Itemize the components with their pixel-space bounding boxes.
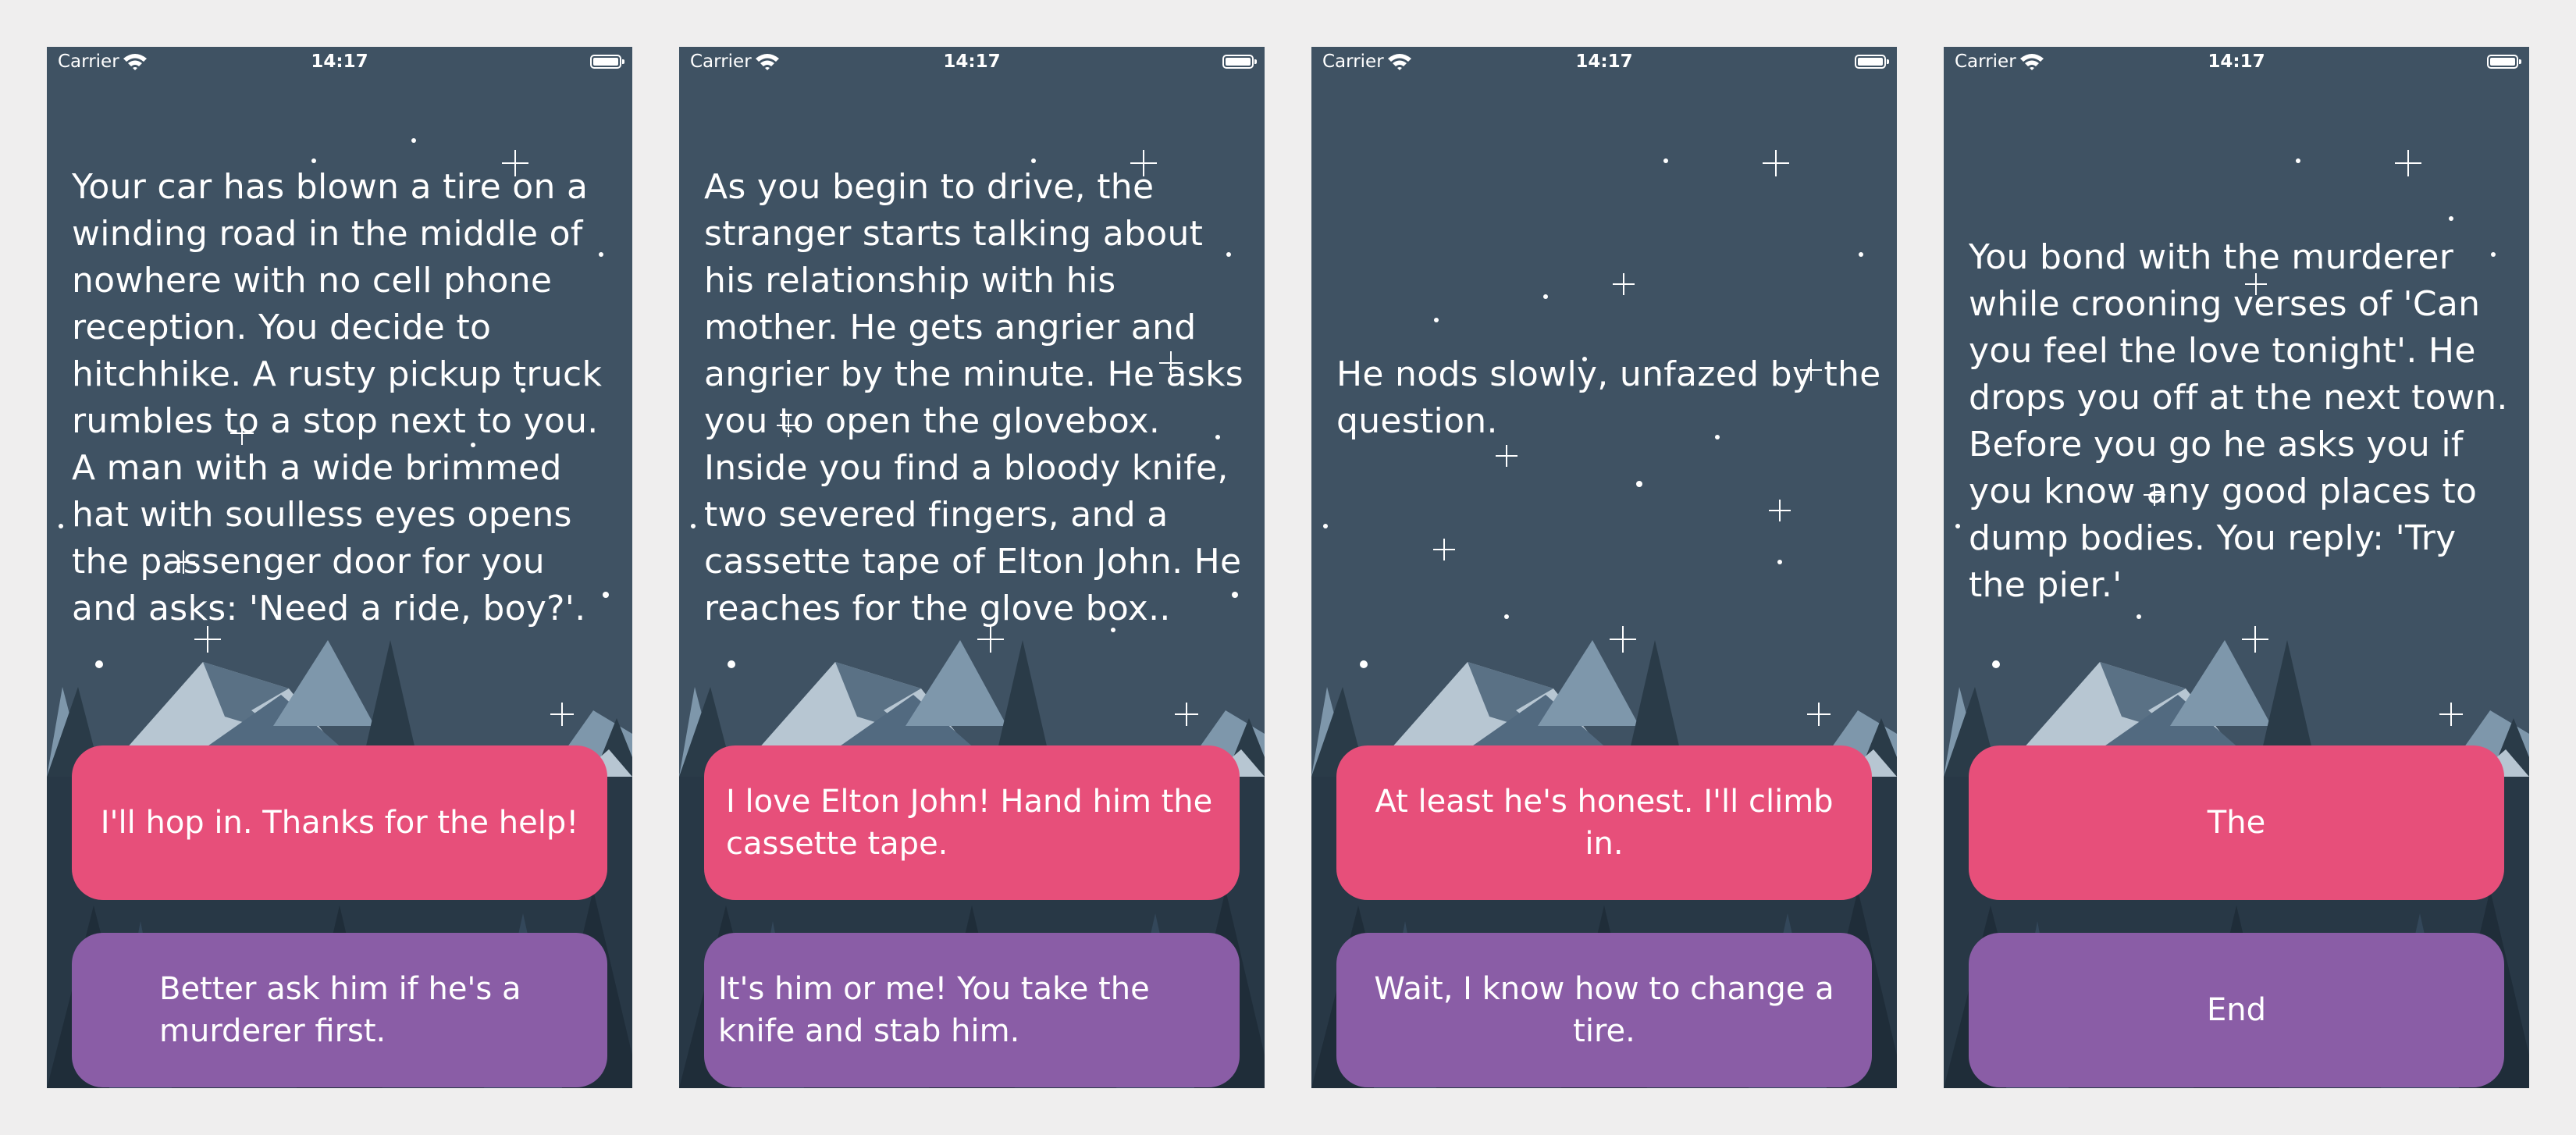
choice-2-label: Wait, I know how to change a tire. xyxy=(1374,971,1834,1049)
choice-1-label: The xyxy=(2207,805,2266,841)
story-text: As you begin to drive, the stranger star… xyxy=(704,167,1244,628)
status-time: 14:17 xyxy=(2208,52,2265,72)
choice-2-button[interactable]: Better ask him if he's a murderer first. xyxy=(72,933,607,1087)
story-screen-2: Carrier 14:17 As you begin to drive, the… xyxy=(679,47,1265,1088)
choice-2-label: It's him or me! You take the knife and s… xyxy=(718,971,1150,1049)
story-text: Your car has blown a tire on a winding r… xyxy=(72,167,603,628)
battery-icon xyxy=(2487,55,2521,69)
battery-icon xyxy=(590,55,624,69)
choice-2-button[interactable]: Wait, I know how to change a tire. xyxy=(1336,933,1872,1087)
choice-2-button[interactable]: It's him or me! You take the knife and s… xyxy=(704,933,1240,1087)
choice-1-button[interactable]: I'll hop in. Thanks for the help! xyxy=(72,745,607,900)
status-bar: Carrier 14:17 xyxy=(47,47,632,78)
story-screen-3: Carrier 14:17 He nods slowly, unfazed by… xyxy=(1311,47,1897,1088)
battery-icon xyxy=(1222,55,1257,69)
choice-1-button[interactable]: At least he's honest. I'll climb in. xyxy=(1336,745,1872,900)
star-field xyxy=(1323,150,1863,726)
status-time: 14:17 xyxy=(1575,52,1633,72)
status-time: 14:17 xyxy=(943,52,1001,72)
battery-icon xyxy=(1855,55,1889,69)
status-bar: Carrier 14:17 xyxy=(679,47,1265,78)
choice-2-button[interactable]: End xyxy=(1969,933,2504,1087)
choice-1-button[interactable]: I love Elton John! Hand him the cassette… xyxy=(704,745,1240,900)
choice-1-label: I'll hop in. Thanks for the help! xyxy=(100,805,579,841)
story-screen-1: Carrier 14:17 Your car has blown a tire … xyxy=(47,47,632,1088)
status-bar: Carrier 14:17 xyxy=(1311,47,1897,78)
status-time: 14:17 xyxy=(311,52,368,72)
choice-1-label: I love Elton John! Hand him the cassette… xyxy=(726,784,1213,862)
choice-1-label: At least he's honest. I'll climb in. xyxy=(1375,784,1834,862)
story-text: You bond with the murderer while croonin… xyxy=(1969,237,2508,605)
choice-2-label: Better ask him if he's a murderer first. xyxy=(159,971,521,1049)
choice-1-button[interactable]: The xyxy=(1969,745,2504,900)
story-screen-4: Carrier 14:17 You bond with the murderer… xyxy=(1944,47,2529,1088)
choice-2-label: End xyxy=(2206,992,2266,1028)
story-text: He nods slowly, unfazed by the question. xyxy=(1336,354,1881,441)
status-bar: Carrier 14:17 xyxy=(1944,47,2529,78)
